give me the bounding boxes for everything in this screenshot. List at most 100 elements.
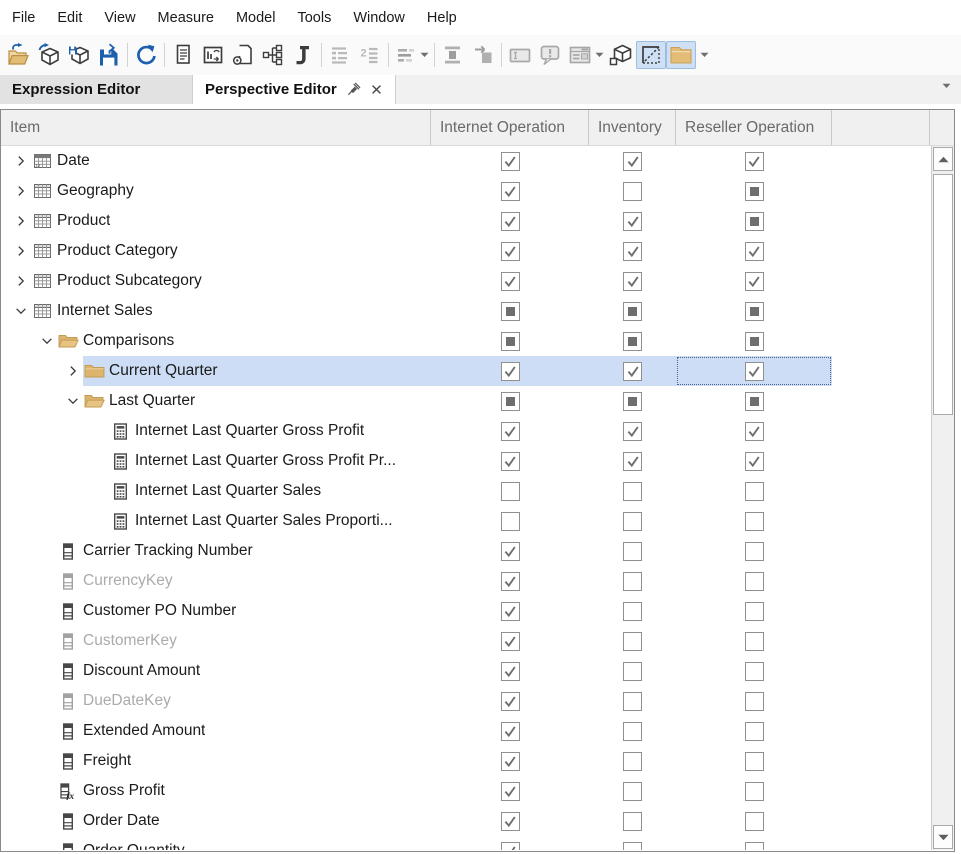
tab-perspective-editor[interactable]: Perspective Editor xyxy=(193,75,396,104)
check-cell[interactable] xyxy=(676,356,832,386)
checkbox-unchecked[interactable] xyxy=(745,602,764,621)
tree-row[interactable]: Current Quarter xyxy=(1,356,954,386)
check-cell[interactable] xyxy=(676,386,832,416)
checkbox-checked[interactable] xyxy=(623,212,642,231)
check-cell[interactable] xyxy=(676,206,832,236)
check-cell[interactable] xyxy=(676,176,832,206)
check-cell[interactable] xyxy=(589,206,676,236)
tree-row[interactable]: Product Subcategory xyxy=(1,266,954,296)
check-cell[interactable] xyxy=(431,656,589,686)
checkbox-unchecked[interactable] xyxy=(745,842,764,851)
check-cell[interactable] xyxy=(676,566,832,596)
checkbox-unchecked[interactable] xyxy=(623,632,642,651)
expander-chevron-down-icon[interactable] xyxy=(37,334,57,348)
save-button[interactable] xyxy=(94,41,124,69)
checkbox-unchecked[interactable] xyxy=(501,512,520,531)
checkbox-checked[interactable] xyxy=(501,632,520,651)
documentation-button[interactable] xyxy=(168,41,198,69)
check-cell[interactable] xyxy=(589,806,676,836)
checkbox-checked[interactable] xyxy=(501,542,520,561)
checkbox-unchecked[interactable] xyxy=(623,782,642,801)
check-cell[interactable] xyxy=(589,536,676,566)
check-cell[interactable] xyxy=(676,806,832,836)
process-model-button[interactable] xyxy=(64,41,94,69)
check-cell[interactable] xyxy=(589,596,676,626)
menu-item-window[interactable]: Window xyxy=(342,10,416,26)
check-cell[interactable] xyxy=(676,626,832,656)
menu-item-model[interactable]: Model xyxy=(225,10,287,26)
checkbox-unchecked[interactable] xyxy=(745,692,764,711)
check-cell[interactable] xyxy=(431,236,589,266)
menu-item-measure[interactable]: Measure xyxy=(147,10,225,26)
perspective-view-button[interactable] xyxy=(606,41,636,69)
check-cell[interactable] xyxy=(589,176,676,206)
menu-item-view[interactable]: View xyxy=(93,10,146,26)
check-cell[interactable] xyxy=(676,476,832,506)
checkbox-checked[interactable] xyxy=(745,152,764,171)
tree-row[interactable]: Internet Last Quarter Gross Profit Pr... xyxy=(1,446,954,476)
deploy-model-button[interactable] xyxy=(34,41,64,69)
tree-row[interactable]: Comparisons xyxy=(1,326,954,356)
check-cell[interactable] xyxy=(676,146,832,176)
check-cell[interactable] xyxy=(431,716,589,746)
checkbox-unchecked[interactable] xyxy=(745,722,764,741)
checkbox-mixed[interactable] xyxy=(501,392,520,411)
checkbox-unchecked[interactable] xyxy=(745,512,764,531)
check-cell[interactable] xyxy=(589,566,676,596)
checkbox-unchecked[interactable] xyxy=(745,782,764,801)
checkbox-unchecked[interactable] xyxy=(745,662,764,681)
checkbox-unchecked[interactable] xyxy=(623,182,642,201)
check-cell[interactable] xyxy=(589,776,676,806)
tree-row[interactable]: Customer PO Number xyxy=(1,596,954,626)
expander-chevron-right-icon[interactable] xyxy=(11,274,31,288)
check-cell[interactable] xyxy=(431,506,589,536)
expander-chevron-right-icon[interactable] xyxy=(11,244,31,258)
checkbox-unchecked[interactable] xyxy=(623,512,642,531)
menu-item-file[interactable]: File xyxy=(1,10,46,26)
close-icon[interactable] xyxy=(370,83,383,96)
check-cell[interactable] xyxy=(589,146,676,176)
checkbox-checked[interactable] xyxy=(623,242,642,261)
checkbox-unchecked[interactable] xyxy=(745,542,764,561)
tree-row[interactable]: Product Category xyxy=(1,236,954,266)
checkbox-mixed[interactable] xyxy=(623,332,642,351)
checkbox-mixed[interactable] xyxy=(745,392,764,411)
tree-row[interactable]: Extended Amount xyxy=(1,716,954,746)
check-cell[interactable] xyxy=(431,356,589,386)
check-cell[interactable] xyxy=(431,536,589,566)
checkbox-unchecked[interactable] xyxy=(623,602,642,621)
tab-expression-editor[interactable]: Expression Editor xyxy=(0,75,193,104)
tree-row[interactable]: Carrier Tracking Number xyxy=(1,536,954,566)
dropdown-arrow-icon[interactable] xyxy=(420,52,429,58)
checkbox-checked[interactable] xyxy=(501,782,520,801)
checkbox-mixed[interactable] xyxy=(501,302,520,321)
checkbox-unchecked[interactable] xyxy=(745,752,764,771)
check-cell[interactable] xyxy=(431,566,589,596)
checkbox-unchecked[interactable] xyxy=(623,662,642,681)
checkbox-checked[interactable] xyxy=(623,152,642,171)
check-cell[interactable] xyxy=(676,416,832,446)
checkbox-unchecked[interactable] xyxy=(623,482,642,501)
column-header-item[interactable]: Item xyxy=(1,110,431,145)
checkbox-mixed[interactable] xyxy=(623,302,642,321)
pin-icon[interactable] xyxy=(346,82,361,97)
checkbox-checked[interactable] xyxy=(501,152,520,171)
scroll-down-button[interactable] xyxy=(933,825,953,849)
checkbox-checked[interactable] xyxy=(623,452,642,471)
menu-item-tools[interactable]: Tools xyxy=(286,10,342,26)
refresh-button[interactable] xyxy=(131,41,161,69)
check-cell[interactable] xyxy=(431,596,589,626)
check-cell[interactable] xyxy=(676,296,832,326)
checkbox-checked[interactable] xyxy=(501,812,520,831)
checkbox-unchecked[interactable] xyxy=(623,542,642,561)
tree-row[interactable]: Product xyxy=(1,206,954,236)
checkbox-checked[interactable] xyxy=(501,692,520,711)
checkbox-checked[interactable] xyxy=(623,272,642,291)
checkbox-checked[interactable] xyxy=(501,212,520,231)
tree-row[interactable]: Internet Last Quarter Sales xyxy=(1,476,954,506)
check-cell[interactable] xyxy=(589,236,676,266)
check-cell[interactable] xyxy=(431,416,589,446)
checkbox-unchecked[interactable] xyxy=(745,632,764,651)
open-model-button[interactable] xyxy=(4,41,34,69)
check-cell[interactable] xyxy=(431,176,589,206)
